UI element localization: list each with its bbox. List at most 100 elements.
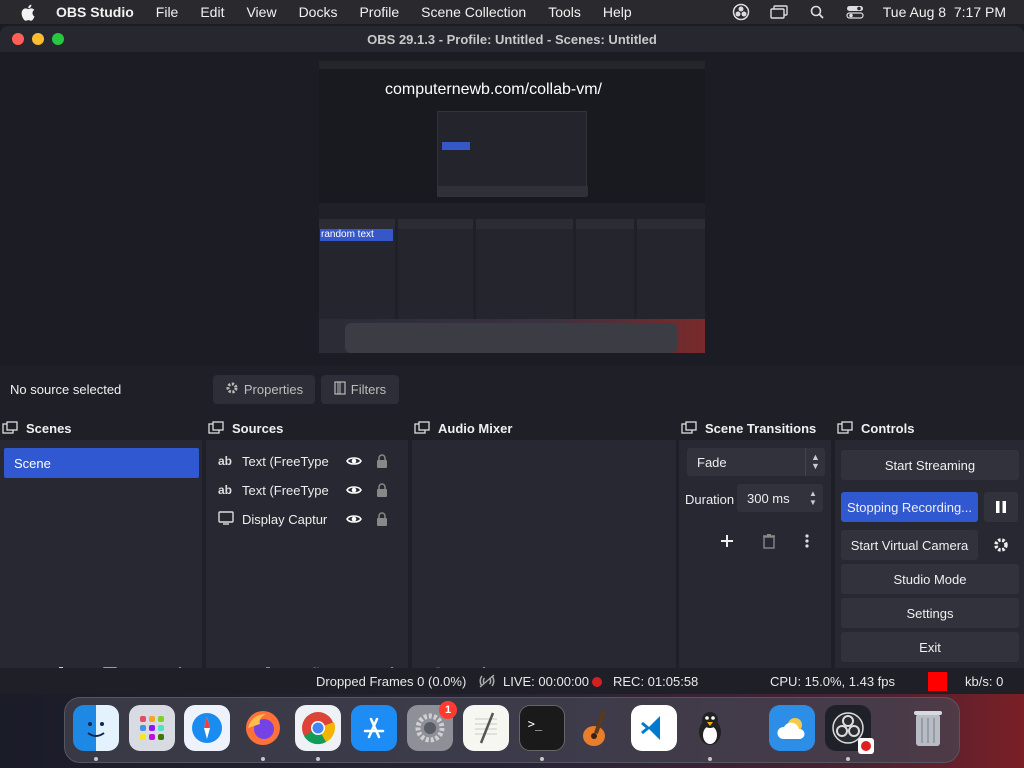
menu-edit[interactable]: Edit xyxy=(200,4,224,20)
start-virtual-camera-button[interactable]: Start Virtual Camera xyxy=(841,530,978,560)
preview-transitions-panel xyxy=(576,219,634,321)
firefox-icon[interactable] xyxy=(240,705,286,751)
preview-dock xyxy=(345,323,677,353)
menu-view[interactable]: View xyxy=(246,4,276,20)
duration-spinbox[interactable]: 300 ms ▲ ▼ xyxy=(737,484,823,512)
scenes-dock-header[interactable]: Scenes xyxy=(0,416,202,440)
rec-timer: REC: 01:05:58 xyxy=(613,674,699,689)
pause-recording-button[interactable] xyxy=(984,492,1018,522)
preview-mixer-panel xyxy=(476,219,573,321)
terminal-icon[interactable]: >_ xyxy=(519,705,565,751)
audio-mixer-body xyxy=(412,440,676,692)
finder-icon[interactable] xyxy=(73,705,119,751)
preview-panels: random text xyxy=(319,203,705,321)
spotlight-search-icon[interactable] xyxy=(807,4,827,20)
textedit-icon[interactable] xyxy=(463,705,509,751)
menubar-clock[interactable]: Tue Aug 8 7:17 PM xyxy=(883,4,1006,20)
source-toolbar: No source selected Properties Filters xyxy=(0,366,1024,412)
controls-dock: Controls Start Streaming Stopping Record… xyxy=(835,416,1024,692)
obs-status-icon[interactable] xyxy=(731,3,751,21)
filters-button[interactable]: Filters xyxy=(321,375,399,404)
screen-mirroring-icon[interactable] xyxy=(769,4,789,20)
virtual-camera-settings-button[interactable] xyxy=(984,530,1018,560)
plus-icon xyxy=(721,535,733,547)
menu-docks[interactable]: Docks xyxy=(299,4,338,20)
no-source-label: No source selected xyxy=(10,382,122,397)
preview-nested-dock xyxy=(438,186,588,196)
preview-canvas[interactable]: computernewb.com/collab-vm/ random text xyxy=(319,61,705,353)
menu-help[interactable]: Help xyxy=(603,4,632,20)
text-source-icon: ab xyxy=(218,454,233,468)
lock-icon[interactable] xyxy=(368,512,396,526)
controls-header[interactable]: Controls xyxy=(835,416,1024,440)
start-streaming-button[interactable]: Start Streaming xyxy=(841,450,1019,480)
audio-mixer-header[interactable]: Audio Mixer xyxy=(412,416,676,440)
app-store-icon[interactable] xyxy=(351,705,397,751)
menu-profile[interactable]: Profile xyxy=(359,4,399,20)
source-name: Display Captur xyxy=(242,511,328,527)
stepper-icon[interactable]: ▲ ▼ xyxy=(805,484,821,512)
trash-icon[interactable] xyxy=(905,705,951,751)
menu-file[interactable]: File xyxy=(156,4,179,20)
properties-button[interactable]: Properties xyxy=(213,375,315,404)
remove-transition-button[interactable] xyxy=(755,528,783,554)
source-row[interactable]: ab Text (FreeType xyxy=(218,448,396,474)
transition-select[interactable]: Fade ▲ ▼ xyxy=(687,448,825,476)
sources-dock-header[interactable]: Sources xyxy=(206,416,408,440)
preview-controls-panel xyxy=(637,219,705,321)
gimp-icon[interactable] xyxy=(687,705,733,751)
dock-float-icon[interactable] xyxy=(208,421,224,435)
transition-more-button[interactable] xyxy=(797,528,817,554)
source-name: Text (FreeType xyxy=(242,453,329,469)
dock-float-icon[interactable] xyxy=(837,421,853,435)
launchpad-icon[interactable] xyxy=(129,705,175,751)
chrome-icon[interactable] xyxy=(295,705,341,751)
sources-list: ab Text (FreeType ab Text (FreeType Disp… xyxy=(206,440,408,692)
scenes-dock: Scenes Scene xyxy=(0,416,202,692)
close-window-button[interactable] xyxy=(12,33,24,45)
eye-icon[interactable] xyxy=(340,484,368,496)
weather-icon[interactable] xyxy=(769,705,815,751)
lock-icon[interactable] xyxy=(368,454,396,468)
vscode-icon[interactable] xyxy=(631,705,677,751)
preview-area: computernewb.com/collab-vm/ random text xyxy=(0,52,1024,392)
dock-float-icon[interactable] xyxy=(414,421,430,435)
menu-app-name[interactable]: OBS Studio xyxy=(56,4,134,20)
source-row[interactable]: Display Captur xyxy=(218,506,396,532)
safari-icon[interactable] xyxy=(184,705,230,751)
stop-recording-button[interactable]: Stopping Recording... xyxy=(841,492,978,522)
apple-icon[interactable] xyxy=(18,2,38,22)
lock-icon[interactable] xyxy=(368,483,396,497)
studio-mode-button[interactable]: Studio Mode xyxy=(841,564,1019,594)
trash-icon xyxy=(763,534,775,549)
system-settings-icon[interactable]: 1 xyxy=(407,701,457,751)
audio-mixer-dock: Audio Mixer xyxy=(412,416,676,692)
menu-tools[interactable]: Tools xyxy=(548,4,581,20)
filter-icon xyxy=(334,381,346,398)
dock-float-icon[interactable] xyxy=(681,421,697,435)
scene-transitions-header[interactable]: Scene Transitions xyxy=(679,416,831,440)
control-center-icon[interactable] xyxy=(845,4,865,20)
eye-icon[interactable] xyxy=(340,455,368,467)
controls-body: Start Streaming Stopping Recording... St… xyxy=(835,440,1024,692)
scene-transitions-title: Scene Transitions xyxy=(705,420,817,436)
more-vertical-icon xyxy=(805,534,809,548)
scenes-list: Scene xyxy=(0,440,202,692)
preview-random-text: random text xyxy=(320,229,393,241)
menu-scene-collection[interactable]: Scene Collection xyxy=(421,4,526,20)
exit-button[interactable]: Exit xyxy=(841,632,1019,662)
text-source-icon: ab xyxy=(218,483,233,497)
source-row[interactable]: ab Text (FreeType xyxy=(218,477,396,503)
garageband-icon[interactable] xyxy=(575,705,621,751)
scene-item[interactable]: Scene xyxy=(4,448,199,478)
zoom-window-button[interactable] xyxy=(52,33,64,45)
minimize-window-button[interactable] xyxy=(32,33,44,45)
settings-button[interactable]: Settings xyxy=(841,598,1019,628)
bitrate-indicator xyxy=(928,672,947,691)
add-transition-button[interactable] xyxy=(713,528,741,554)
eye-icon[interactable] xyxy=(340,513,368,525)
window-titlebar[interactable]: OBS 29.1.3 - Profile: Untitled - Scenes:… xyxy=(0,26,1024,52)
gear-icon xyxy=(225,381,239,398)
dock-float-icon[interactable] xyxy=(2,421,18,435)
obs-icon[interactable] xyxy=(825,705,874,754)
